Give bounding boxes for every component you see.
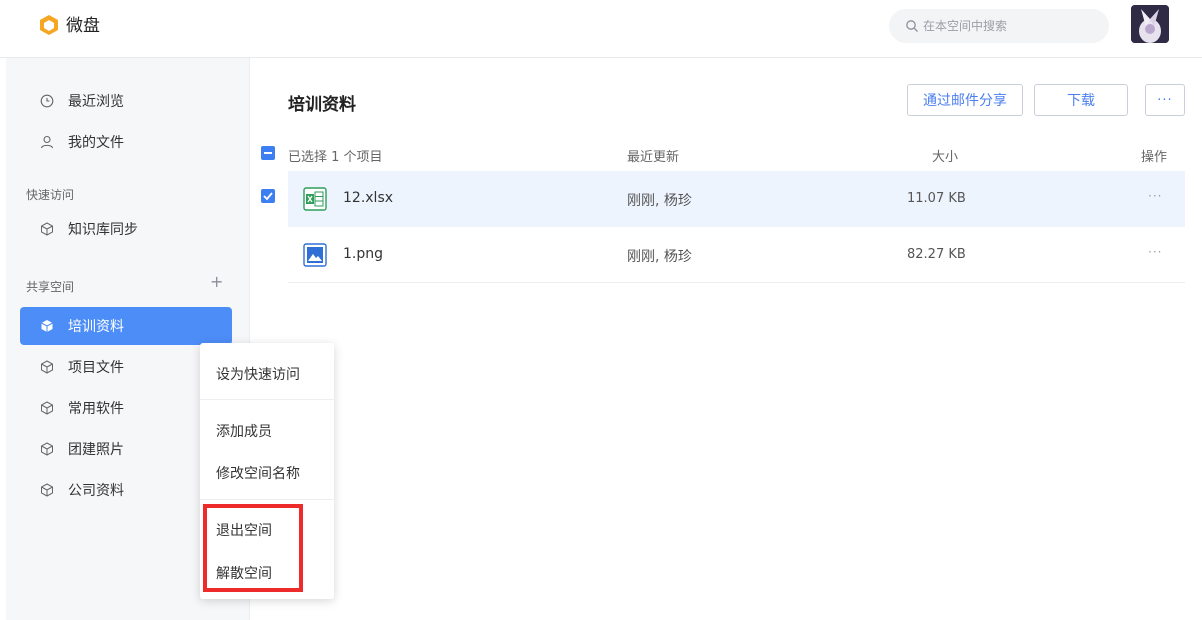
column-header-ops: 操作: [1141, 150, 1168, 165]
search-input[interactable]: [923, 9, 1098, 43]
select-all-checkbox[interactable]: [261, 146, 275, 160]
sidebar-item-label: 常用软件: [68, 401, 124, 417]
search-box[interactable]: [889, 9, 1109, 43]
file-name[interactable]: 12.xlsx: [343, 190, 393, 206]
table-row[interactable]: 12.xlsx 刚刚, 杨珍 11.07 KB ···: [288, 171, 1185, 227]
menu-item-set-quick-access[interactable]: 设为快速访问: [216, 364, 300, 384]
clock-icon: [40, 94, 54, 108]
selection-count: 已选择 1 个项目: [288, 150, 383, 165]
more-button[interactable]: ···: [1145, 84, 1185, 116]
sidebar-item-label: 公司资料: [68, 483, 124, 499]
sidebar-item-label: 项目文件: [68, 360, 124, 376]
column-header-size[interactable]: 大小: [932, 146, 958, 165]
avatar-image: [1131, 5, 1169, 43]
row-more-button[interactable]: ···: [1148, 189, 1162, 203]
image-icon: [303, 243, 327, 267]
sidebar-item-label: 知识库同步: [68, 222, 138, 238]
avatar[interactable]: [1131, 5, 1169, 43]
search-icon: [906, 20, 918, 32]
cube-icon: [41, 483, 53, 497]
cube-icon: [41, 360, 53, 374]
share-by-email-button[interactable]: 通过邮件分享: [907, 84, 1023, 116]
cube-icon: [41, 442, 53, 456]
quick-access-heading: 快速访问: [26, 188, 75, 202]
cube-icon: [41, 320, 53, 332]
top-bar: 微盘: [0, 0, 1202, 58]
page-title: 培训资料: [288, 95, 356, 115]
menu-item-add-member[interactable]: 添加成员: [216, 421, 272, 441]
sidebar-item-kb-sync[interactable]: 知识库同步: [20, 210, 232, 248]
context-menu: 设为快速访问 添加成员 修改空间名称 退出空间 解散空间: [200, 343, 334, 599]
sidebar-item-label: 团建照片: [68, 442, 124, 458]
file-size: 82.27 KB: [907, 247, 966, 262]
row-checkbox[interactable]: [261, 189, 275, 203]
file-size: 11.07 KB: [907, 191, 966, 206]
menu-divider: [200, 399, 334, 400]
table-row[interactable]: 1.png 刚刚, 杨珍 82.27 KB ···: [288, 227, 1185, 283]
sidebar-item-my-files[interactable]: 我的文件: [20, 123, 232, 161]
file-updated: 刚刚, 杨珍: [627, 249, 692, 265]
menu-item-dissolve-space[interactable]: 解散空间: [216, 563, 272, 583]
download-button[interactable]: 下载: [1034, 84, 1128, 116]
excel-icon: [303, 187, 327, 211]
app-logo-icon[interactable]: [38, 14, 60, 36]
sidebar-item-label: 我的文件: [68, 135, 124, 151]
sidebar-item-recent[interactable]: 最近浏览: [20, 82, 232, 120]
column-header-updated[interactable]: 最近更新: [627, 146, 679, 165]
sidebar-item-label: 最近浏览: [68, 94, 124, 110]
row-more-button[interactable]: ···: [1148, 245, 1162, 259]
file-updated: 刚刚, 杨珍: [627, 193, 692, 209]
check-icon: [263, 192, 273, 201]
menu-item-rename-space[interactable]: 修改空间名称: [216, 463, 300, 483]
user-icon: [40, 135, 54, 149]
menu-divider: [200, 499, 334, 500]
file-name[interactable]: 1.png: [343, 246, 383, 262]
app-title: 微盘: [66, 16, 100, 36]
shared-space-heading: 共享空间: [26, 280, 75, 294]
menu-item-leave-space[interactable]: 退出空间: [216, 520, 272, 540]
plus-icon[interactable]: +: [210, 274, 223, 290]
sidebar-item-training[interactable]: 培训资料: [20, 307, 232, 345]
cube-icon: [41, 401, 53, 415]
sidebar-item-label: 培训资料: [68, 319, 124, 335]
cube-icon: [41, 222, 53, 236]
